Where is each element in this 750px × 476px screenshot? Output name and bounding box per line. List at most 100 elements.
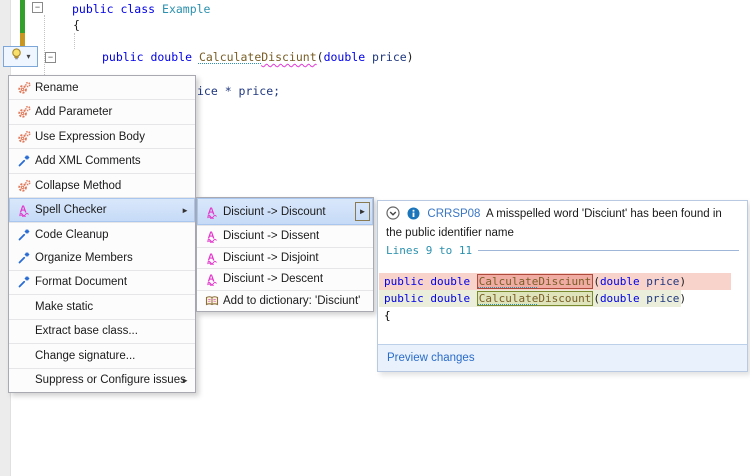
spell-icon: A [201, 251, 223, 265]
menu-item-label: Format Document [35, 276, 127, 288]
menu-item-label: Suppress or Configure issues [35, 374, 186, 386]
lines-range-row: Lines 9 to 11 [386, 244, 739, 257]
menu-item-code-cleanup[interactable]: Code Cleanup [9, 222, 195, 246]
punctuation: ( [593, 273, 600, 290]
menu-item-suppress-or-configure-issues[interactable]: Suppress or Configure issues► [9, 368, 195, 392]
old-identifier-box: CalculateDisciunt [477, 274, 594, 289]
keyword: public class [72, 2, 162, 16]
code-line-return-fragment: ice * price; [197, 84, 280, 98]
submenu-item-disciunt-descent[interactable]: ADisciunt -> Descent [197, 268, 373, 290]
menu-item-extract-base-class[interactable]: Extract base class... [9, 319, 195, 343]
keyword: double [600, 273, 640, 290]
chevron-circle-icon[interactable] [386, 206, 400, 225]
gear-icon [13, 105, 35, 119]
menu-item-label: Spell Checker [35, 204, 107, 216]
preview-changes-link[interactable]: Preview changes [387, 352, 475, 364]
parameter: price [365, 50, 407, 64]
method-name-prefix: Calculate [479, 292, 539, 305]
keyword: double [324, 50, 366, 64]
punctuation: ) [679, 273, 686, 290]
menu-item-use-expression-body[interactable]: Use Expression Body [9, 124, 195, 148]
menu-item-organize-members[interactable]: Organize Members [9, 246, 195, 269]
context-menu: Rename Add Parameter Use Expression Body Ad… [8, 75, 196, 393]
menu-item-format-document[interactable]: Format Document [9, 270, 195, 294]
method-name-prefix: Calculate [199, 50, 261, 64]
spell-checker-submenu: ADisciunt -> Discount►ADisciunt -> Disse… [196, 197, 374, 312]
gear-icon [13, 130, 35, 144]
menu-item-label: Change signature... [35, 350, 135, 362]
menu-item-label: Disciunt -> Disjoint [223, 252, 319, 264]
menu-item-rename[interactable]: Rename [9, 76, 195, 99]
submenu-arrow-icon: ► [359, 207, 367, 216]
spell-icon: A [201, 272, 223, 286]
collapse-marker-icon[interactable]: − [45, 52, 56, 63]
spell-icon: A [201, 229, 223, 243]
submenu-arrow-icon: ► [181, 376, 189, 385]
menu-item-make-static[interactable]: Make static [9, 294, 195, 318]
issue-popup: CRRSP08 A misspelled word 'Disciunt' has… [377, 200, 748, 372]
menu-item-label: Disciunt -> Descent [223, 273, 323, 285]
collapse-marker-icon[interactable]: − [32, 2, 43, 13]
menu-item-collapse-method[interactable]: Collapse Method [9, 173, 195, 197]
menu-item-label: Add Parameter [35, 106, 112, 118]
indent-guide [74, 33, 75, 49]
submenu-item-disciunt-discount[interactable]: ADisciunt -> Discount ► [197, 198, 373, 225]
submenu-item-add-to-dictionary-disciunt[interactable]: Add to dictionary: 'Disciunt' [197, 290, 373, 312]
misspelled-word: Disciunt [538, 275, 591, 288]
preview-code: public double CalculateDisciunt(double p… [379, 273, 746, 324]
misspelled-word: Disciunt [261, 50, 316, 64]
lightbulb-actions-button[interactable]: ▾ [3, 46, 38, 67]
issue-header: CRRSP08 A misspelled word 'Disciunt' has… [378, 201, 747, 241]
menu-item-label: Add XML Comments [35, 155, 141, 167]
parameter: price [640, 273, 680, 290]
submenu-arrow-icon: ► [181, 206, 189, 215]
wand-icon [13, 228, 35, 242]
gear-icon [13, 179, 35, 193]
keyword: public double [384, 273, 477, 290]
menu-item-change-signature[interactable]: Change signature... [9, 343, 195, 367]
keyword: public double [102, 50, 199, 64]
punctuation: ( [593, 290, 600, 307]
chevron-down-icon: ▾ [26, 52, 30, 61]
wand-icon [13, 251, 35, 265]
refactor-options-button[interactable]: ► [355, 202, 370, 221]
punctuation: ) [679, 290, 686, 307]
corrected-word: Discount [538, 292, 591, 305]
menu-item-add-xml-comments[interactable]: Add XML Comments [9, 148, 195, 172]
menu-item-label: Organize Members [35, 252, 133, 264]
menu-item-label: Make static [35, 301, 93, 313]
keyword: double [600, 290, 640, 307]
menu-item-add-parameter[interactable]: Add Parameter [9, 99, 195, 123]
submenu-item-disciunt-disjoint[interactable]: ADisciunt -> Disjoint [197, 247, 373, 269]
code-line-brace: { [73, 18, 80, 32]
menu-item-label: Disciunt -> Dissent [223, 230, 319, 242]
menu-item-label: Extract base class... [35, 325, 138, 337]
preview-line-old: public double CalculateDisciunt(double p… [379, 273, 731, 290]
method-name-prefix: Calculate [479, 275, 539, 288]
parameter: price [640, 290, 680, 307]
menu-item-label: Use Expression Body [35, 131, 145, 143]
punctuation: ) [407, 50, 414, 64]
menu-item-spell-checker[interactable]: ASpell Checker► [9, 197, 195, 221]
menu-item-label: Disciunt -> Discount [223, 206, 326, 218]
spell-icon: A [201, 205, 223, 219]
book-icon [201, 294, 223, 308]
change-bar-saved [20, 0, 25, 33]
new-identifier-box: CalculateDiscount [477, 291, 594, 306]
punctuation: ( [317, 50, 324, 64]
menu-item-label: Collapse Method [35, 180, 121, 192]
wand-icon [13, 154, 35, 168]
issue-code-link[interactable]: CRRSP08 [427, 208, 480, 220]
divider [478, 250, 739, 251]
keyword: public double [384, 290, 477, 307]
code-line-class: public class Example [72, 2, 210, 16]
preview-footer: Preview changes [378, 344, 747, 371]
menu-item-label: Code Cleanup [35, 229, 109, 241]
preview-line-new: public double CalculateDiscount(double p… [379, 290, 681, 307]
info-icon [407, 207, 420, 225]
lightbulb-icon [10, 47, 23, 66]
class-name: Example [162, 2, 210, 16]
preview-line-brace: { [379, 307, 746, 324]
submenu-item-disciunt-dissent[interactable]: ADisciunt -> Dissent [197, 225, 373, 247]
lines-range-label: Lines 9 to 11 [386, 244, 472, 257]
